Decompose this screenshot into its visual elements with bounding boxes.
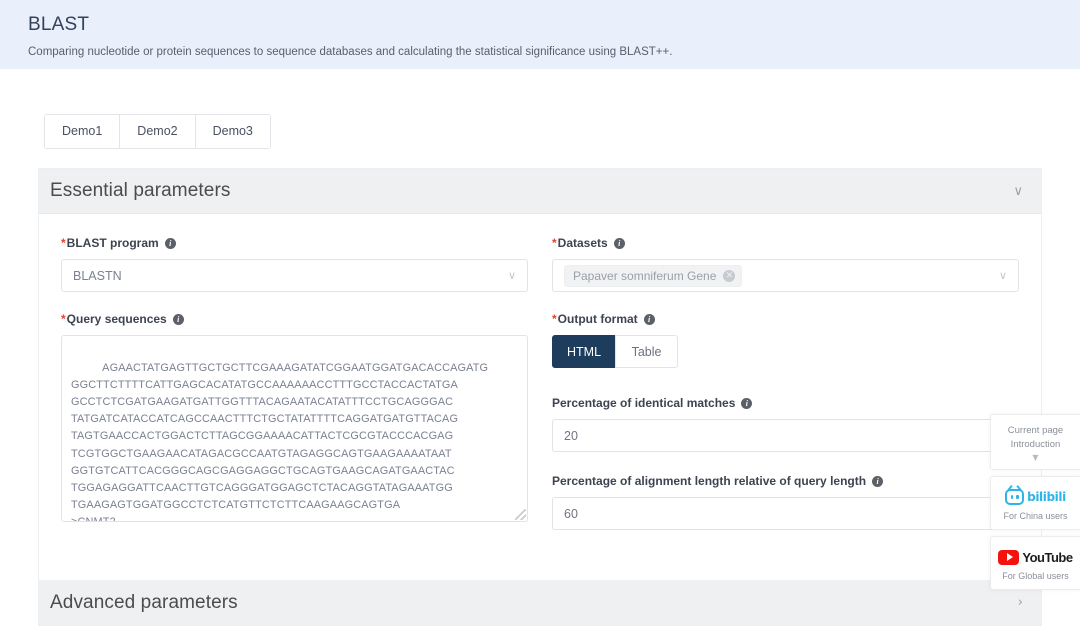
essential-parameters-body: * BLAST program i BLASTN ∨ * Query seque… (39, 214, 1041, 580)
field-query-sequences: * Query sequences i AGAACTATGAGTTGCTGCTT… (61, 312, 528, 522)
output-format-segmented-control: HTML Table (552, 335, 679, 368)
tab-demo2[interactable]: Demo2 (120, 115, 196, 148)
chevron-down-icon: ∨ (998, 269, 1007, 282)
essential-parameters-header[interactable]: Essential parameters ∨ (39, 169, 1041, 214)
identical-matches-label-text: Percentage of identical matches (552, 396, 736, 410)
query-sequences-value: AGAACTATGAGTTGCTGCTTCGAAAGATATCGGAATGGAT… (71, 362, 489, 522)
resize-handle-icon[interactable] (515, 509, 526, 520)
required-asterisk: * (61, 236, 66, 250)
floating-side-rail: Current page Introduction ▼ bilibili For… (990, 414, 1080, 590)
required-asterisk: * (552, 236, 557, 250)
alignment-length-input[interactable]: 60 (552, 497, 1019, 530)
bilibili-caption: For China users (1003, 511, 1068, 521)
current-page-line1: Current page (1007, 425, 1064, 436)
identical-matches-label: Percentage of identical matches i (552, 396, 1019, 410)
output-format-label: * Output format i (552, 312, 1019, 326)
datasets-label-text: Datasets (557, 236, 608, 250)
page-banner: BLAST Comparing nucleotide or protein se… (0, 0, 1080, 69)
bilibili-logo: bilibili (995, 486, 1076, 508)
info-icon[interactable]: i (643, 313, 655, 325)
alignment-length-label: Percentage of alignment length relative … (552, 474, 1019, 488)
caret-down-icon[interactable]: ▼ (995, 453, 1076, 462)
youtube-logo: YouTube (995, 546, 1076, 568)
close-icon[interactable]: ✕ (723, 269, 736, 282)
bilibili-eye-right-icon (1016, 495, 1019, 499)
query-sequences-textarea[interactable]: AGAACTATGAGTTGCTGCTTCGAAAGATATCGGAATGGAT… (61, 335, 528, 522)
output-format-option-html[interactable]: HTML (552, 335, 616, 368)
field-blast-program: * BLAST program i BLASTN ∨ (61, 236, 528, 292)
youtube-wordmark: YouTube (1022, 549, 1073, 565)
form-column-left: * BLAST program i BLASTN ∨ * Query seque… (49, 236, 540, 550)
bilibili-tv-icon (1005, 489, 1025, 505)
field-output-format: * Output format i HTML Table (552, 312, 1019, 368)
info-icon[interactable]: i (164, 237, 176, 249)
chevron-right-icon[interactable]: › (1018, 596, 1023, 609)
query-sequences-label-text: Query sequences (66, 312, 167, 326)
field-alignment-length: Percentage of alignment length relative … (552, 474, 1019, 530)
youtube-caption: For Global users (1002, 571, 1069, 581)
identical-matches-value: 20 (564, 428, 578, 443)
info-icon[interactable]: i (613, 237, 625, 249)
field-datasets: * Datasets i Papaver somniferum Gene ✕ ∨ (552, 236, 1019, 292)
output-format-label-text: Output format (557, 312, 638, 326)
current-page-line2: Introduction (1010, 439, 1061, 450)
youtube-play-icon (998, 549, 1020, 565)
advanced-parameters-header[interactable]: Advanced parameters › (39, 580, 1041, 625)
youtube-widget[interactable]: YouTube For Global users (990, 536, 1080, 590)
query-sequences-label: * Query sequences i (61, 312, 528, 326)
essential-parameters-panel: Essential parameters ∨ * BLAST program i… (38, 168, 1042, 580)
datasets-select[interactable]: Papaver somniferum Gene ✕ ∨ (552, 259, 1019, 292)
blast-program-label: * BLAST program i (61, 236, 528, 250)
form-column-right: * Datasets i Papaver somniferum Gene ✕ ∨ (540, 236, 1031, 550)
page-subtitle: Comparing nucleotide or protein sequence… (28, 46, 673, 58)
play-triangle-icon (1006, 553, 1013, 561)
current-page-widget[interactable]: Current page Introduction ▼ (990, 414, 1080, 470)
essential-parameters-title: Essential parameters (50, 180, 231, 201)
bilibili-wordmark: bilibili (1027, 490, 1066, 504)
required-asterisk: * (552, 312, 557, 326)
identical-matches-input[interactable]: 20 (552, 419, 1019, 452)
bilibili-eye-left-icon (1010, 495, 1014, 499)
dataset-tag-label: Papaver somniferum Gene (573, 268, 717, 283)
field-identical-matches: Percentage of identical matches i 20 (552, 396, 1019, 452)
alignment-length-value: 60 (564, 506, 578, 521)
blast-program-select[interactable]: BLASTN ∨ (61, 259, 528, 292)
required-asterisk: * (61, 312, 66, 326)
advanced-parameters-panel: Advanced parameters › (38, 580, 1042, 626)
tab-demo1[interactable]: Demo1 (45, 115, 121, 148)
chevron-down-icon: ∨ (507, 269, 516, 282)
dataset-tag: Papaver somniferum Gene ✕ (564, 264, 743, 287)
chevron-down-icon[interactable]: ∨ (1013, 185, 1023, 198)
bilibili-widget[interactable]: bilibili For China users (990, 476, 1080, 530)
blast-program-label-text: BLAST program (66, 236, 159, 250)
output-format-option-table[interactable]: Table (615, 335, 679, 368)
info-icon[interactable]: i (872, 475, 884, 487)
datasets-label: * Datasets i (552, 236, 1019, 250)
alignment-length-label-text: Percentage of alignment length relative … (552, 474, 867, 488)
tab-demo3[interactable]: Demo3 (195, 115, 270, 148)
page-title: BLAST (28, 14, 90, 35)
demo-tab-group: Demo1 Demo2 Demo3 (44, 114, 271, 149)
blast-program-value: BLASTN (73, 268, 122, 283)
datasets-value: Papaver somniferum Gene ✕ (564, 264, 999, 287)
advanced-parameters-title: Advanced parameters (50, 591, 238, 613)
info-icon[interactable]: i (172, 313, 184, 325)
info-icon[interactable]: i (741, 397, 753, 409)
